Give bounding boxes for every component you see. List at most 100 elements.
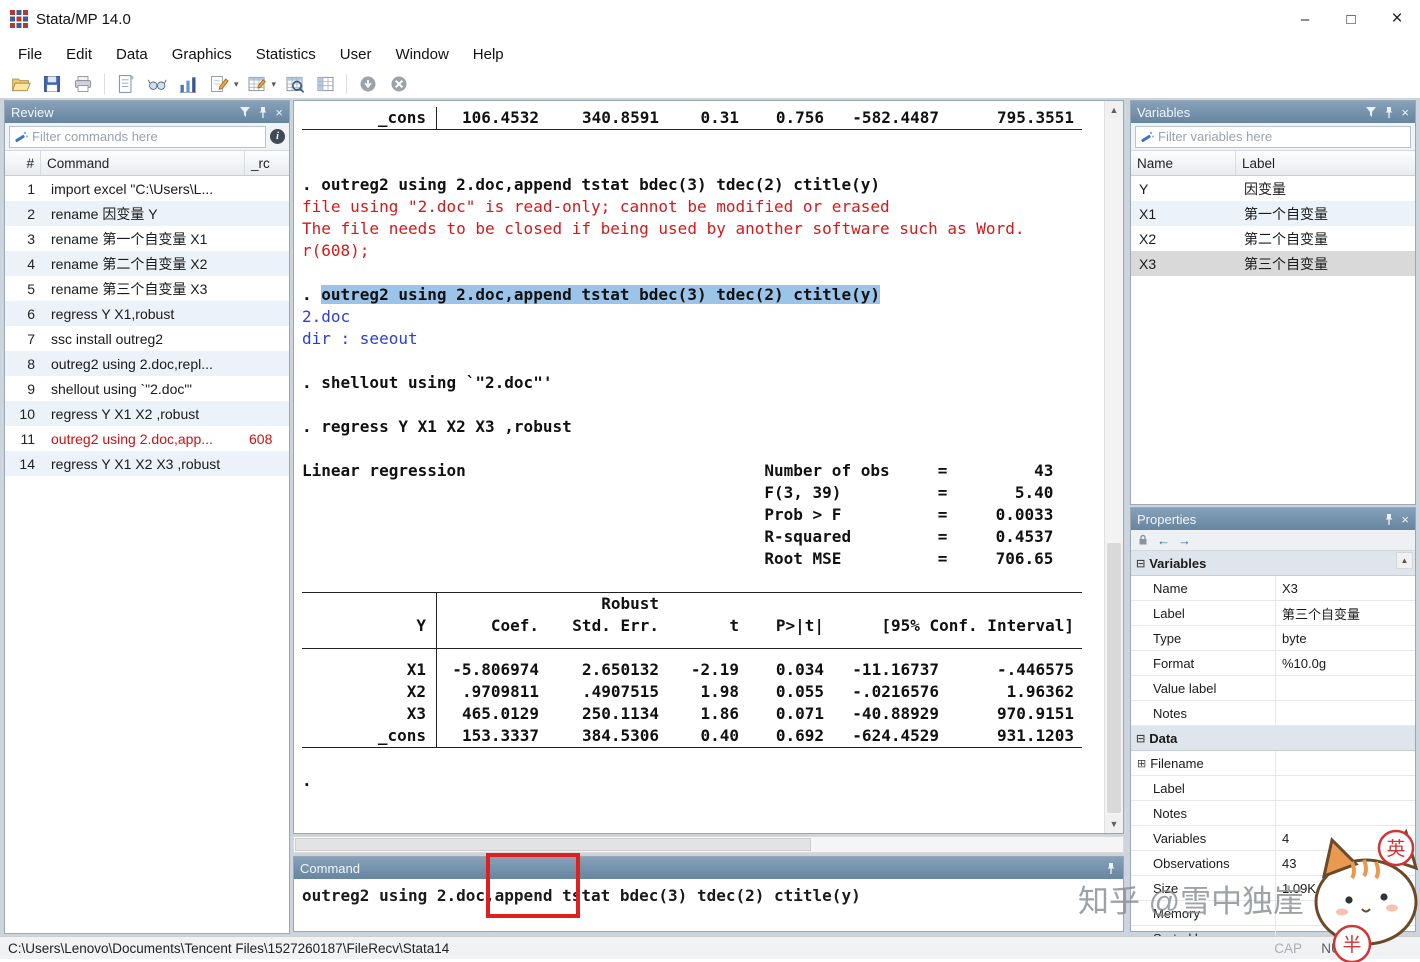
minimize-button[interactable]: – — [1282, 0, 1328, 38]
scrollbar-thumb[interactable] — [295, 838, 811, 851]
review-row[interactable]: 6 regress Y X1,robust — [5, 301, 289, 326]
variable-row[interactable]: X1 第一个自变量 — [1131, 201, 1415, 226]
review-row[interactable]: 10 regress Y X1 X2 ,robust — [5, 401, 289, 426]
output-link[interactable]: dir : seeout — [302, 329, 418, 348]
print-button[interactable] — [70, 72, 96, 96]
close-button[interactable]: × — [1374, 0, 1420, 38]
coef-cell: 465.0129 — [461, 704, 539, 723]
save-button[interactable] — [39, 72, 65, 96]
variable-row[interactable]: Y 因变量 — [1131, 176, 1415, 201]
review-row[interactable]: 5 rename 第三个自变量 X3 — [5, 276, 289, 301]
properties-value[interactable] — [1276, 751, 1415, 775]
variables-manager-button[interactable] — [312, 72, 338, 96]
coef-cell: -11.16737 — [852, 660, 939, 679]
menu-window[interactable]: Window — [383, 42, 460, 67]
lock-icon[interactable] — [1137, 534, 1149, 546]
menu-help[interactable]: Help — [461, 42, 516, 67]
review-row[interactable]: 9 shellout using `"2.doc"' — [5, 376, 289, 401]
maximize-button[interactable]: □ — [1328, 0, 1374, 38]
output-line: F(3, 39) = 5.40 — [302, 483, 1054, 502]
coef-cell: 384.5306 — [581, 726, 659, 745]
output-line: . outreg2 using 2.doc,append tstat bdec(… — [302, 175, 880, 194]
do-editor-button[interactable] — [206, 72, 232, 96]
properties-value[interactable] — [1276, 776, 1415, 800]
coef-row-name: X1 — [302, 659, 437, 681]
review-col-command[interactable]: Command — [41, 151, 245, 175]
review-col-number[interactable]: # — [5, 151, 41, 175]
review-filter-input[interactable]: Filter commands here — [9, 125, 266, 148]
pin-icon[interactable] — [1383, 106, 1395, 119]
pin-icon[interactable] — [1105, 862, 1117, 875]
review-row[interactable]: 11 outreg2 using 2.doc,app... 608 — [5, 426, 289, 451]
properties-section-header[interactable]: ⊟ Variables — [1131, 551, 1415, 576]
title-bar: Stata/MP 14.0 – □ × — [0, 0, 1420, 38]
properties-value[interactable] — [1276, 701, 1415, 725]
data-editor-button[interactable] — [244, 72, 270, 96]
review-row[interactable]: 1 import excel "C:\Users\L... — [5, 176, 289, 201]
review-row[interactable]: 2 rename 因变量 Y — [5, 201, 289, 226]
graph-button[interactable] — [175, 72, 201, 96]
scrollbar-thumb[interactable] — [1107, 543, 1121, 813]
clear-more-button[interactable] — [355, 72, 381, 96]
review-row[interactable]: 3 rename 第一个自变量 X1 — [5, 226, 289, 251]
menu-graphics[interactable]: Graphics — [160, 42, 244, 67]
break-button[interactable] — [386, 72, 412, 96]
filter-funnel-icon[interactable] — [239, 106, 251, 118]
results-vertical-scrollbar[interactable]: ▲ ▼ — [1104, 101, 1123, 833]
back-arrow-icon[interactable]: ← — [1157, 534, 1170, 547]
menu-data[interactable]: Data — [104, 42, 160, 67]
results-horizontal-scrollbar[interactable] — [293, 836, 1124, 853]
open-button[interactable] — [8, 72, 34, 96]
review-row[interactable]: 7 ssc install outreg2 — [5, 326, 289, 351]
review-col-rc[interactable]: _rc — [245, 151, 289, 175]
output-link[interactable]: 2.doc — [302, 307, 350, 326]
variable-row[interactable]: X2 第二个自变量 — [1131, 226, 1415, 251]
review-row[interactable]: 8 outreg2 using 2.doc,repl... — [5, 351, 289, 376]
menu-file[interactable]: File — [6, 42, 54, 67]
data-editor-dropdown-icon[interactable]: ▾ — [272, 79, 277, 90]
close-panel-icon[interactable]: × — [1401, 106, 1409, 119]
expand-icon[interactable]: ⊞ — [1137, 757, 1146, 770]
review-row-number: 10 — [19, 405, 35, 422]
log-button[interactable] — [113, 72, 139, 96]
do-editor-dropdown-icon[interactable]: ▾ — [234, 79, 239, 90]
menu-edit[interactable]: Edit — [54, 42, 104, 67]
properties-value[interactable]: X3 — [1276, 576, 1415, 600]
command-panel: Command outreg2 using 2.doc,append tstat… — [293, 856, 1124, 932]
properties-value[interactable]: %10.0g — [1276, 651, 1415, 675]
properties-value[interactable]: byte — [1276, 626, 1415, 650]
properties-value[interactable]: 第三个自变量 — [1276, 601, 1415, 625]
close-panel-icon[interactable]: × — [1401, 513, 1409, 526]
collapse-icon[interactable]: ⊟ — [1136, 732, 1145, 745]
variable-row[interactable]: X3 第三个自变量 — [1131, 251, 1415, 276]
filter-funnel-icon[interactable] — [1365, 106, 1377, 118]
properties-row: Label — [1131, 776, 1415, 801]
pin-icon[interactable] — [257, 106, 269, 119]
coef-cell: -582.4487 — [852, 108, 939, 127]
properties-value[interactable] — [1276, 676, 1415, 700]
command-input[interactable]: outreg2 using 2.doc,append tstat bdec(3)… — [294, 879, 1123, 931]
info-icon[interactable]: i — [270, 129, 285, 144]
variables-filter-row: Filter variables here — [1131, 123, 1415, 151]
variables-col-label[interactable]: Label — [1236, 151, 1415, 175]
variables-col-name[interactable]: Name — [1131, 151, 1236, 175]
scroll-down-icon[interactable]: ▼ — [1105, 815, 1123, 833]
menu-statistics[interactable]: Statistics — [244, 42, 328, 67]
forward-arrow-icon[interactable]: → — [1178, 534, 1191, 547]
review-row[interactable]: 4 rename 第二个自变量 X2 — [5, 251, 289, 276]
variables-filter-input[interactable]: Filter variables here — [1135, 125, 1411, 148]
properties-scroll-up-icon[interactable]: ▲ — [1396, 552, 1413, 569]
menu-user[interactable]: User — [328, 42, 384, 67]
close-panel-icon[interactable]: × — [275, 106, 283, 119]
viewer-button[interactable] — [144, 72, 170, 96]
review-row[interactable]: 14 regress Y X1 X2 X3 ,robust — [5, 451, 289, 476]
coef-cell: 931.1203 — [996, 726, 1074, 745]
scroll-up-icon[interactable]: ▲ — [1105, 101, 1123, 119]
data-browser-button[interactable] — [281, 72, 307, 96]
properties-section-header[interactable]: ⊟ Data — [1131, 726, 1415, 751]
do-file-editor-icon — [211, 76, 229, 92]
pin-icon[interactable] — [1383, 513, 1395, 526]
coef-cell: -5.806974 — [452, 660, 539, 679]
variable-name: X1 — [1139, 205, 1157, 222]
collapse-icon[interactable]: ⊟ — [1136, 557, 1145, 570]
